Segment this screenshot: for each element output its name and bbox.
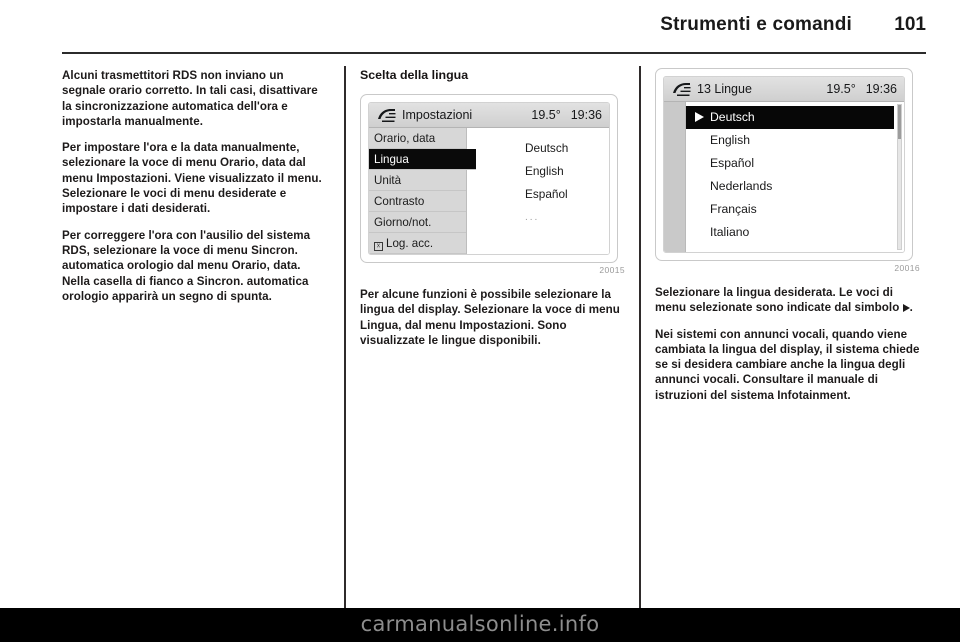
paragraph-text-after-symbol: . [909, 301, 913, 315]
language-screen-inner: 13 Lingue 19.5° 19:36 Deutsch English Es… [663, 76, 905, 253]
triangle-symbol-icon [902, 304, 910, 313]
settings-screen-titlebar: Impostazioni 19.5° 19:36 [369, 103, 609, 128]
menu-item-lingua[interactable]: Lingua [369, 149, 476, 170]
column-left: Alcuni trasmettitori RDS non inviano un … [62, 68, 327, 315]
option-more[interactable]: ... [525, 206, 609, 229]
option-deutsch[interactable]: Deutsch [525, 137, 609, 160]
settings-screen-body: Orario, data Lingua Unità Contrasto Gior… [369, 128, 609, 254]
list-item-espanol[interactable]: Español [686, 152, 904, 175]
settings-menu-list: Orario, data Lingua Unità Contrasto Gior… [369, 128, 476, 254]
list-item-nederlands[interactable]: Nederlands [686, 175, 904, 198]
column-right: 13 Lingue 19.5° 19:36 Deutsch English Es… [655, 68, 920, 414]
column-divider-2 [639, 66, 641, 608]
car-settings-icon [671, 81, 691, 97]
list-item-deutsch[interactable]: Deutsch [686, 106, 894, 129]
language-screen-title: 13 Lingue [697, 82, 752, 96]
settings-screen-inner: Impostazioni 19.5° 19:36 Orario, data Li… [368, 102, 610, 255]
list-item-english[interactable]: English [686, 129, 904, 152]
outside-temperature: 19.5° [531, 108, 561, 122]
clock: 19:36 [865, 82, 897, 96]
scrollbar-thumb[interactable] [898, 105, 901, 139]
page-number: 101 [894, 14, 926, 35]
column-middle: Scelta della lingua Impostazioni 19.5° 1… [360, 68, 625, 359]
paragraph: Per impostare l'ora e la data manualment… [62, 141, 322, 216]
clock: 19:36 [570, 108, 602, 122]
manual-page: Strumenti e comandi 101 Alcuni trasmetti… [0, 0, 960, 642]
outside-temperature: 19.5° [826, 82, 856, 96]
menu-item-log-acc[interactable]: ☓ Log. acc. [369, 233, 466, 254]
menu-item-contrasto[interactable]: Contrasto [369, 191, 466, 212]
menu-item-log-acc-label: Log. acc. [386, 237, 434, 250]
paragraph: Per alcune funzioni è possibile selezion… [360, 288, 620, 347]
paragraph: Per correggere l'ora con l'ausilio del s… [62, 228, 311, 303]
checkbox-icon[interactable]: ☓ [374, 242, 383, 251]
column-divider-1 [344, 66, 346, 608]
paragraph-text-before-symbol: Selezionare la lingua desiderata. Le voc… [655, 286, 903, 315]
paragraph: Nei sistemi con annunci vocali, quando v… [655, 327, 920, 402]
paragraph: Alcuni trasmettitori RDS non inviano un … [62, 69, 318, 128]
paragraph: Selezionare la lingua desiderata. Le voc… [655, 285, 920, 316]
language-screen-titlebar: 13 Lingue 19.5° 19:36 [664, 77, 904, 102]
language-list-body: Deutsch English Español Nederlands Franç… [664, 102, 904, 252]
language-screen-figure: 13 Lingue 19.5° 19:36 Deutsch English Es… [655, 68, 913, 261]
menu-item-giorno-notte[interactable]: Giorno/not. [369, 212, 466, 233]
section-heading: Scelta della lingua [360, 68, 469, 82]
watermark: carmanualsonline.info [360, 612, 600, 636]
list-item-francais[interactable]: Français [686, 198, 904, 221]
settings-option-list: Deutsch English Español ... [467, 128, 609, 254]
header-rule [62, 52, 926, 54]
settings-screen-title: Impostazioni [402, 108, 473, 122]
menu-item-orario-data[interactable]: Orario, data [369, 128, 466, 149]
list-item-label: Deutsch [710, 110, 755, 124]
settings-screen-figure: Impostazioni 19.5° 19:36 Orario, data Li… [360, 94, 618, 263]
page-title: Strumenti e comandi [660, 14, 852, 35]
figure-caption: 20016 [894, 263, 920, 273]
scrollbar[interactable] [897, 104, 902, 250]
option-espanol[interactable]: Español [525, 183, 609, 206]
car-settings-icon [376, 107, 396, 123]
menu-item-unita[interactable]: Unità [369, 170, 466, 191]
page-header: Strumenti e comandi 101 [62, 14, 926, 48]
option-english[interactable]: English [525, 160, 609, 183]
list-left-rail [664, 102, 686, 252]
play-triangle-icon [695, 112, 704, 122]
list-item-italiano[interactable]: Italiano [686, 221, 904, 244]
figure-caption: 20015 [599, 265, 625, 275]
language-list: Deutsch English Español Nederlands Franç… [686, 102, 904, 252]
